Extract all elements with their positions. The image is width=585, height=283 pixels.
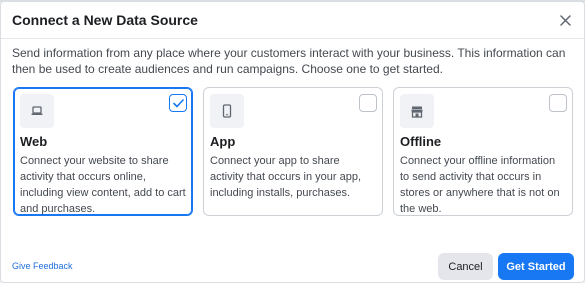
checkmark-icon — [172, 98, 184, 107]
mobile-phone-icon — [210, 94, 244, 128]
option-text-web: Connect your website to share activity t… — [20, 155, 186, 215]
option-title-app: App — [210, 134, 236, 149]
data-source-options: Web Connect your website to share activi… — [13, 87, 575, 217]
option-title-offline: Offline — [400, 134, 442, 149]
option-title-web: Web — [20, 134, 48, 149]
connect-data-source-dialog: Connect a New Data Source Send informati… — [0, 1, 585, 283]
dialog-title: Connect a New Data Source — [12, 12, 198, 28]
option-checkbox-app[interactable] — [359, 94, 377, 112]
dialog-header: Connect a New Data Source — [1, 2, 584, 39]
cancel-button[interactable]: Cancel — [438, 253, 493, 280]
option-card-offline[interactable]: Offline Connect your offline information… — [393, 87, 573, 216]
give-feedback-link[interactable]: Give Feedback — [12, 261, 73, 271]
option-text-offline: Connect your offline information to send… — [400, 155, 560, 215]
option-checkbox-offline[interactable] — [549, 94, 567, 112]
close-button[interactable] — [556, 11, 574, 29]
option-text-app: Connect your app to share activity that … — [210, 155, 362, 199]
option-card-app[interactable]: App Connect your app to share activity t… — [203, 87, 383, 216]
option-card-web[interactable]: Web Connect your website to share activi… — [13, 87, 193, 216]
store-icon — [400, 94, 434, 128]
laptop-icon — [20, 94, 54, 128]
option-checkbox-web[interactable] — [169, 94, 187, 112]
close-icon — [559, 14, 571, 26]
get-started-button[interactable]: Get Started — [498, 253, 574, 280]
dialog-description: Send information from any place where yo… — [12, 46, 566, 76]
